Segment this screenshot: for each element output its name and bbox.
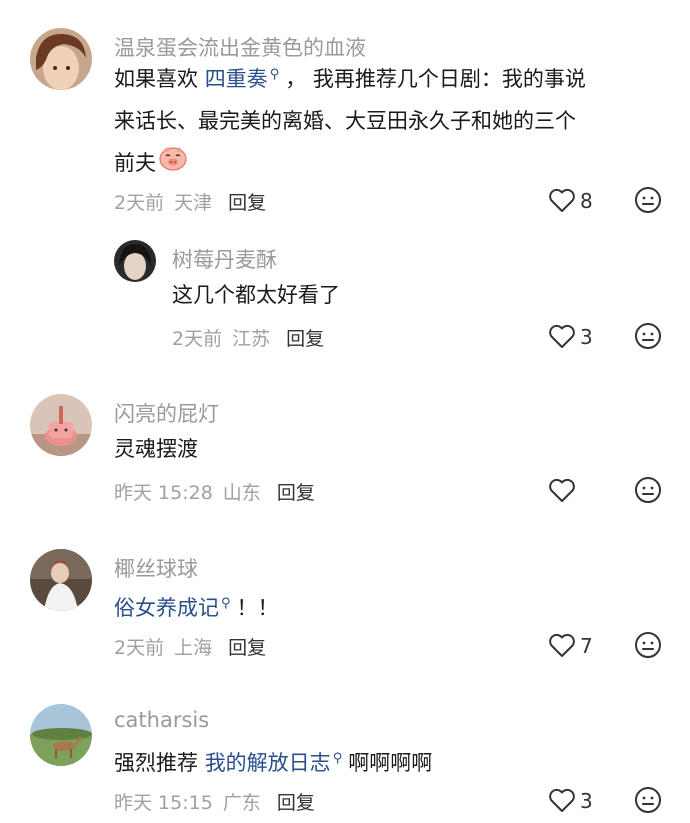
- search-icon: ⚲: [332, 751, 343, 766]
- drama-link[interactable]: 四重奏: [205, 67, 268, 91]
- username[interactable]: 树莓丹麦酥: [172, 244, 277, 274]
- comment-text-segment: ， 我再推荐几个日剧：我的事说: [285, 67, 586, 91]
- comment-item: 椰丝球球 俗女养成记 ⚲ ！！ 2天前 上海 回复 7: [0, 535, 690, 685]
- like-button[interactable]: 7: [548, 633, 593, 658]
- avatar[interactable]: [30, 549, 92, 611]
- comment-time: 2天前: [114, 637, 165, 659]
- comment-location: 广东: [222, 792, 261, 814]
- like-button[interactable]: 8: [548, 188, 593, 213]
- heart-outline-icon: [548, 633, 576, 658]
- reply-button[interactable]: 回复: [277, 482, 315, 504]
- like-count: 8: [580, 188, 593, 213]
- drama-link[interactable]: 俗女养成记: [114, 596, 219, 620]
- avatar[interactable]: [30, 704, 92, 766]
- comment-text-segment: ！！: [236, 596, 279, 620]
- username[interactable]: 椰丝球球: [114, 553, 198, 583]
- comment-text: 灵魂摆渡: [114, 437, 198, 461]
- comment-meta: 2天前 江苏 回复: [172, 324, 324, 351]
- comment-text-segment: 强烈推荐: [114, 751, 205, 775]
- comment-location: 江苏: [232, 328, 271, 350]
- avatar[interactable]: [30, 394, 92, 456]
- reply-button[interactable]: 回复: [228, 637, 266, 659]
- comment-item: 闪亮的屁灯 灵魂摆渡 昨天 15:28 山东 回复: [0, 380, 690, 530]
- dislike-button[interactable]: [634, 786, 662, 818]
- meh-face-icon: [634, 187, 662, 218]
- comment-location: 上海: [174, 637, 213, 659]
- like-button[interactable]: 3: [548, 788, 593, 813]
- heart-outline-icon: [548, 324, 576, 349]
- comment-time: 昨天 15:15: [114, 792, 213, 814]
- dislike-button[interactable]: [634, 476, 662, 508]
- comment-time: 2天前: [172, 328, 223, 350]
- meh-face-icon: [634, 323, 662, 354]
- comment-item: catharsis 强烈推荐 我的解放日志 ⚲ 啊啊啊啊 昨天 15:15 广东 回复 …: [0, 690, 690, 823]
- comment-text: 俗女养成记 ⚲ ！！: [114, 583, 279, 629]
- reply-button[interactable]: 回复: [277, 792, 315, 814]
- comment-meta: 2天前 天津 回复: [114, 188, 266, 215]
- username[interactable]: catharsis: [114, 708, 209, 732]
- search-icon: ⚲: [269, 67, 280, 82]
- comment-location: 山东: [222, 482, 261, 504]
- like-count: 7: [580, 633, 593, 658]
- like-button[interactable]: [548, 478, 580, 503]
- pig-face-emoji-icon: [158, 143, 188, 185]
- comment-text-segment: 啊啊啊啊: [348, 751, 433, 775]
- reply-item: 树莓丹麦酥 这几个都太好看了 2天前 江苏 回复 3: [0, 230, 690, 360]
- comment-text: 强烈推荐 我的解放日志 ⚲ 啊啊啊啊: [114, 738, 432, 784]
- avatar[interactable]: [114, 240, 156, 282]
- like-button[interactable]: 3: [548, 324, 593, 349]
- meh-face-icon: [634, 477, 662, 508]
- heart-outline-icon: [548, 478, 576, 503]
- heart-outline-icon: [548, 188, 576, 213]
- comment-text-segment: 前夫: [114, 151, 156, 175]
- meh-face-icon: [634, 787, 662, 818]
- comment-time: 2天前: [114, 192, 165, 214]
- avatar[interactable]: [30, 28, 92, 90]
- comment-time: 昨天 15:28: [114, 482, 213, 504]
- comment-meta: 2天前 上海 回复: [114, 633, 266, 660]
- search-icon: ⚲: [221, 596, 231, 611]
- comment-meta: 昨天 15:15 广东 回复: [114, 788, 315, 815]
- username[interactable]: 闪亮的屁灯: [114, 398, 219, 428]
- meh-face-icon: [634, 632, 662, 663]
- comment-location: 天津: [174, 192, 213, 214]
- heart-outline-icon: [548, 788, 576, 813]
- comment-text-segment: 来话长、最完美的离婚、大豆田永久子和她的三个: [114, 109, 576, 133]
- reply-button[interactable]: 回复: [286, 328, 324, 350]
- comment-text: 如果喜欢 四重奏 ⚲ ， 我再推荐几个日剧：我的事说 来话长、最完美的离婚、大豆田永…: [114, 54, 674, 185]
- reply-button[interactable]: 回复: [228, 192, 266, 214]
- comment-text-segment: 如果喜欢: [114, 67, 205, 91]
- like-count: 3: [580, 788, 593, 813]
- like-count: 3: [580, 324, 593, 349]
- comment-meta: 昨天 15:28 山东 回复: [114, 478, 315, 505]
- comment-item: 温泉蛋会流出金黄色的血液 如果喜欢 四重奏 ⚲， 我再推荐几个日剧：我的事说 来话…: [0, 0, 690, 230]
- dislike-button[interactable]: [634, 186, 662, 218]
- drama-link[interactable]: 我的解放日志: [205, 751, 331, 775]
- dislike-button[interactable]: [634, 631, 662, 663]
- dislike-button[interactable]: [634, 322, 662, 354]
- comment-text: 这几个都太好看了: [172, 283, 340, 307]
